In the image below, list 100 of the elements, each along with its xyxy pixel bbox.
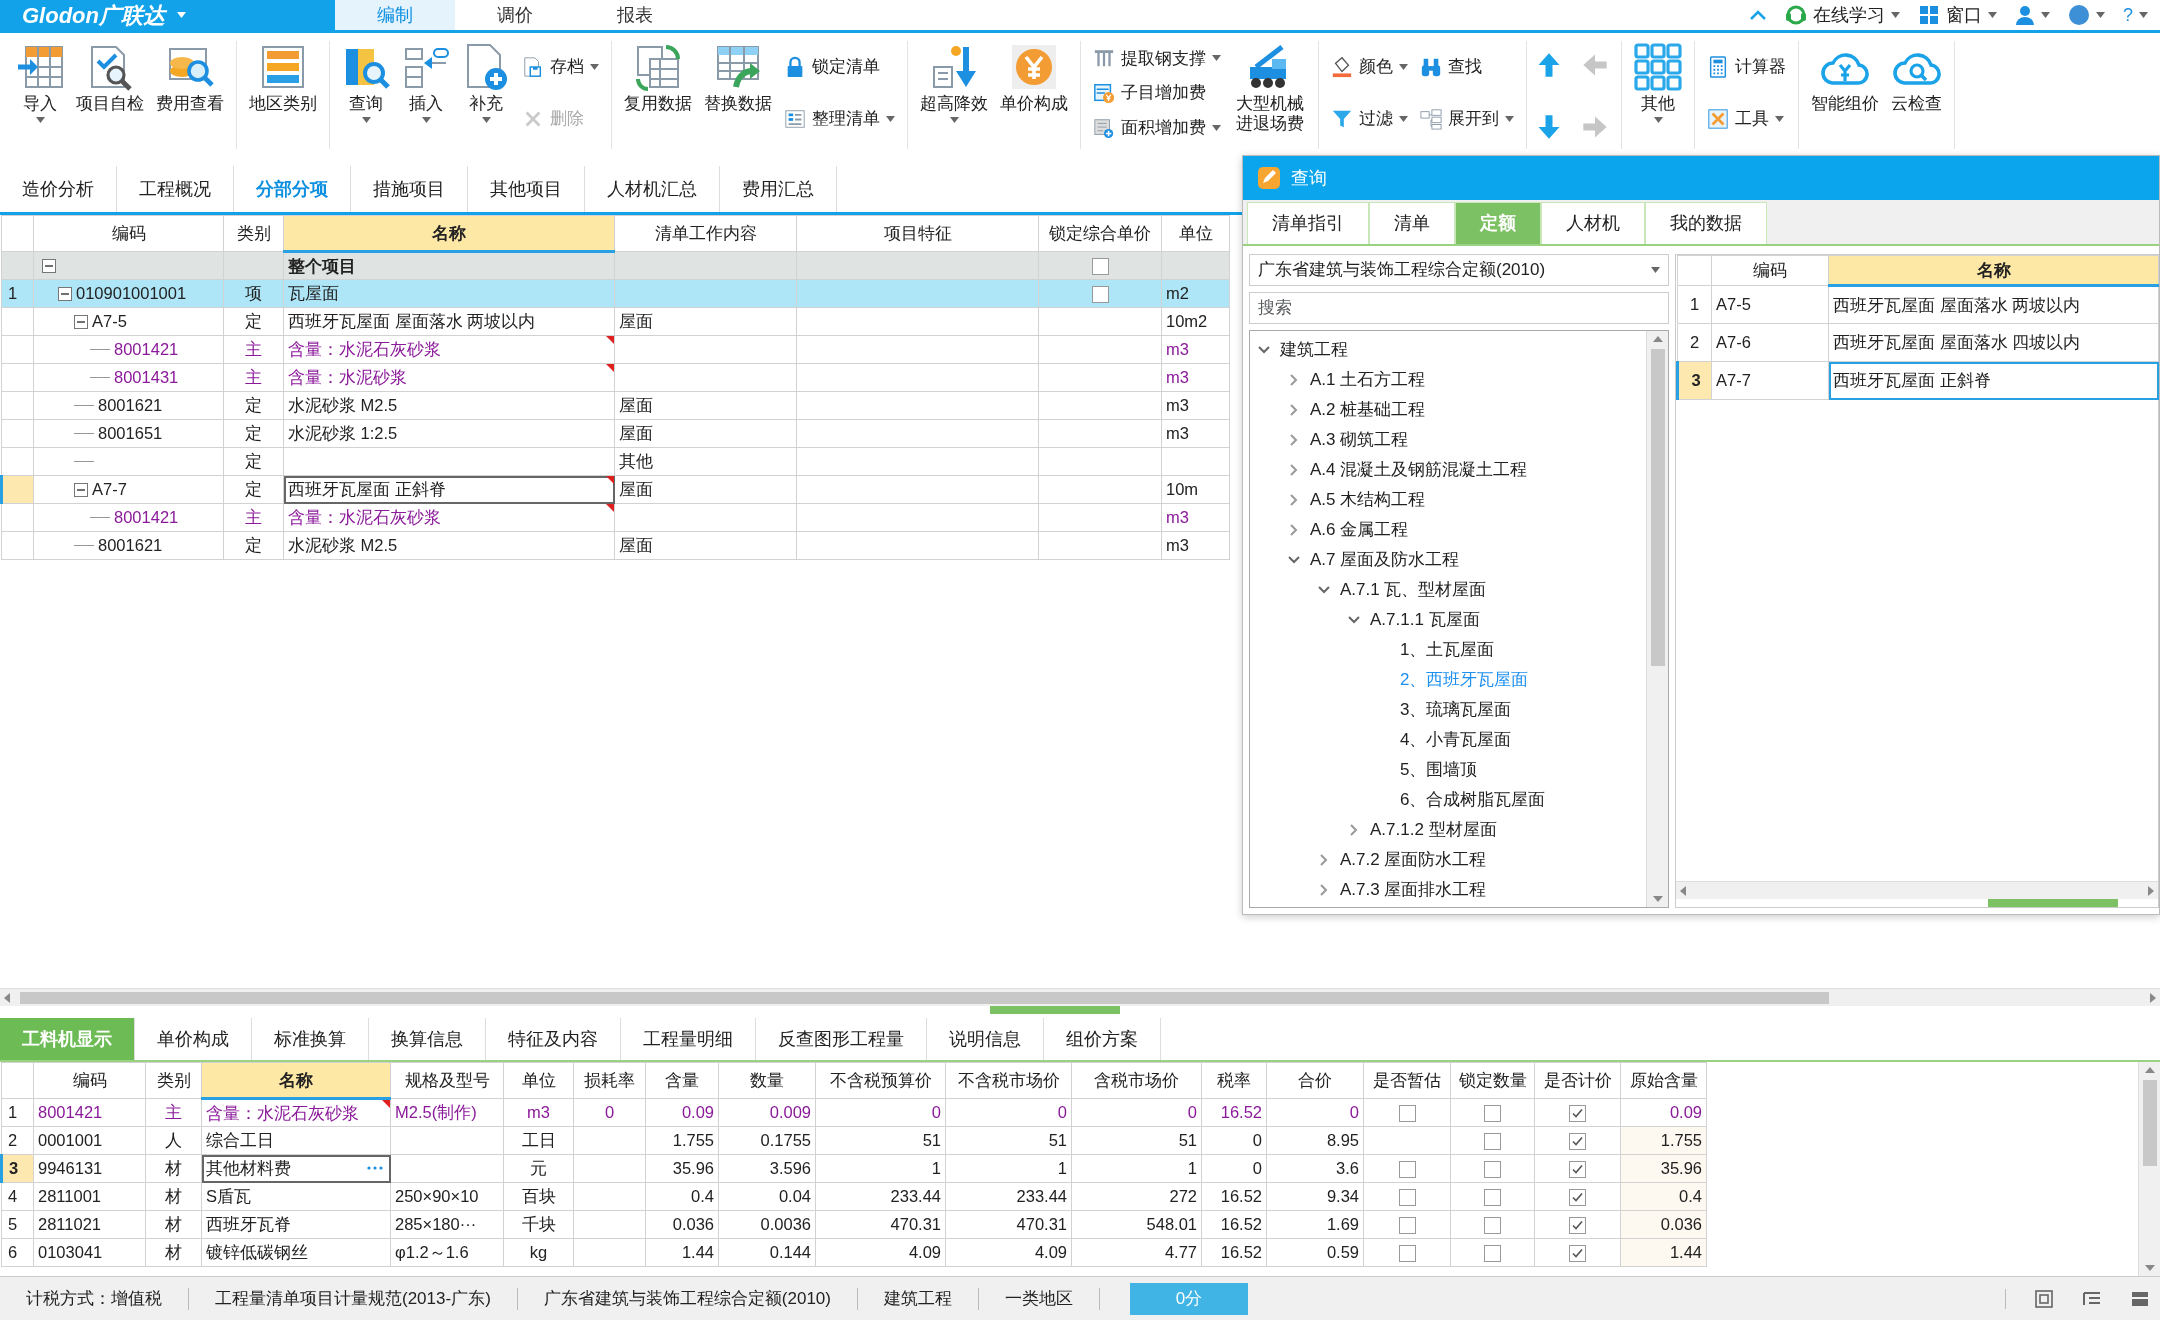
- column-header[interactable]: 不含税市场价: [945, 1062, 1072, 1099]
- tree-item[interactable]: A.7.3 屋面排水工程: [1340, 877, 1487, 903]
- checkbox[interactable]: [1569, 1105, 1586, 1123]
- checkbox[interactable]: [1398, 1245, 1416, 1263]
- tree-item[interactable]: A.7.1 瓦、型材屋面: [1340, 577, 1487, 603]
- column-header[interactable]: 锁定数量: [1450, 1062, 1535, 1099]
- toolbar-button[interactable]: 查找: [1416, 52, 1519, 82]
- menu-link[interactable]: 在线学习: [1785, 1, 1900, 29]
- checkbox[interactable]: [1091, 258, 1109, 276]
- toolbar-button[interactable]: 计算器: [1703, 52, 1791, 82]
- column-header[interactable]: 编码: [33, 1062, 146, 1099]
- tree-item[interactable]: A.6 金属工程: [1310, 517, 1409, 543]
- tree-item[interactable]: 1、土瓦屋面: [1400, 637, 1495, 663]
- column-header[interactable]: 规格及型号: [390, 1062, 504, 1099]
- toolbar-button[interactable]: 提取钢支撑: [1089, 43, 1225, 74]
- tree-item[interactable]: A.4 混凝土及钢筋混凝土工程: [1310, 457, 1528, 483]
- column-header[interactable]: 名称: [283, 215, 615, 252]
- avatar-menu-button[interactable]: [2068, 4, 2105, 26]
- splitter-handle[interactable]: [1988, 899, 2118, 907]
- checkbox[interactable]: [1569, 1245, 1586, 1263]
- tree-item[interactable]: A.5 木结构工程: [1310, 487, 1426, 513]
- tree-item[interactable]: 5、围墙顶: [1400, 757, 1478, 783]
- scrollbar[interactable]: [2138, 1062, 2160, 1276]
- toolbar-button[interactable]: 工具: [1703, 104, 1791, 134]
- column-header[interactable]: 锁定综合单价: [1038, 215, 1162, 252]
- user-menu-button[interactable]: [2015, 5, 2050, 25]
- menu-link[interactable]: 窗口: [1918, 1, 1997, 29]
- toolbar-button[interactable]: 面积增加费: [1089, 112, 1225, 143]
- column-header[interactable]: 清单工作内容: [614, 215, 797, 252]
- tree-item[interactable]: 建筑工程: [1280, 337, 1348, 363]
- toolbar-button[interactable]: 其他: [1630, 41, 1687, 149]
- column-header[interactable]: 项目特征: [796, 215, 1039, 252]
- toolbar-button[interactable]: 项目自检: [72, 41, 148, 149]
- checkbox[interactable]: [1484, 1189, 1501, 1207]
- dialog-tab[interactable]: 人材机: [1541, 202, 1645, 244]
- column-header[interactable]: 编码: [1711, 255, 1829, 286]
- toolbar-button[interactable]: 超高降效: [916, 41, 992, 149]
- toolbar-button[interactable]: 锁定清单: [780, 52, 899, 82]
- toolbar-button[interactable]: 地区类别: [245, 41, 321, 149]
- restore-icon[interactable]: [2034, 1288, 2054, 1309]
- checkbox[interactable]: [1091, 286, 1109, 304]
- tree-item[interactable]: A.7.2 屋面防水工程: [1340, 847, 1487, 873]
- tree-item[interactable]: A.7.1.2 型材屋面: [1370, 817, 1497, 843]
- column-header[interactable]: 是否暂估: [1363, 1062, 1451, 1099]
- column-header[interactable]: 单位: [503, 1062, 574, 1099]
- toolbar-button[interactable]: 插入: [398, 41, 454, 149]
- more-icon[interactable]: [366, 1165, 384, 1171]
- tree-toggle[interactable]: [58, 286, 72, 301]
- tree-item[interactable]: A.7 屋面及防水工程: [1310, 547, 1460, 573]
- dialog-tab[interactable]: 我的数据: [1645, 202, 1767, 244]
- scrollbar[interactable]: [0, 988, 2160, 1006]
- checkbox[interactable]: [1569, 1189, 1586, 1207]
- column-header[interactable]: 数量: [718, 1062, 816, 1099]
- column-header[interactable]: 类别: [145, 1062, 202, 1099]
- chevron-up-icon[interactable]: [1749, 9, 1767, 21]
- dialog-tab[interactable]: 清单指引: [1247, 202, 1369, 244]
- toolbar-button[interactable]: 云检查: [1887, 41, 1947, 149]
- column-header[interactable]: 编码: [33, 215, 224, 252]
- search-field[interactable]: 搜索: [1249, 292, 1669, 324]
- toolbar-button[interactable]: 大型机械进退场费: [1229, 41, 1311, 149]
- toolbar-button[interactable]: 展开到: [1416, 104, 1519, 134]
- checkbox[interactable]: [1398, 1189, 1416, 1207]
- checkbox[interactable]: [1484, 1217, 1501, 1235]
- toolbar-button[interactable]: 查询: [338, 41, 394, 149]
- column-header[interactable]: 原始含量: [1620, 1062, 1707, 1099]
- checkbox[interactable]: [1569, 1217, 1586, 1235]
- column-header[interactable]: 不含税预算价: [815, 1062, 946, 1099]
- dialog-tab[interactable]: 清单: [1369, 202, 1455, 244]
- tree-item[interactable]: A.2 桩基础工程: [1310, 397, 1426, 423]
- checkbox[interactable]: [1398, 1161, 1416, 1179]
- column-header[interactable]: 是否计价: [1534, 1062, 1621, 1099]
- column-header[interactable]: 税率: [1201, 1062, 1267, 1099]
- toolbar-button[interactable]: 导入: [12, 41, 68, 149]
- toolbar-button[interactable]: 子目增加费: [1089, 78, 1225, 108]
- tree-toggle[interactable]: [42, 258, 56, 273]
- checkbox[interactable]: [1398, 1105, 1416, 1123]
- toolbar-button[interactable]: 替换数据: [700, 41, 776, 149]
- toolbar-button[interactable]: 补充: [458, 41, 514, 149]
- scrollbar[interactable]: [1676, 881, 2158, 899]
- checkbox[interactable]: [1398, 1217, 1416, 1235]
- toolbar-button[interactable]: 整理清单: [780, 104, 899, 134]
- tree-item[interactable]: A.3 砌筑工程: [1310, 427, 1409, 453]
- tree-toggle[interactable]: [74, 314, 88, 329]
- checkbox[interactable]: [1484, 1105, 1501, 1123]
- column-header[interactable]: 合价: [1266, 1062, 1364, 1099]
- column-header[interactable]: 单位: [1161, 215, 1230, 252]
- help-button[interactable]: ?: [2123, 1, 2148, 29]
- checkbox[interactable]: [1484, 1245, 1501, 1263]
- toolbar-button[interactable]: 过滤: [1327, 104, 1413, 134]
- column-header[interactable]: 名称: [1828, 255, 2159, 286]
- tree-item[interactable]: 4、小青瓦屋面: [1400, 727, 1512, 753]
- column-header[interactable]: 含税市场价: [1071, 1062, 1202, 1099]
- toolbar-button[interactable]: 智能组价: [1807, 41, 1884, 149]
- column-header[interactable]: 损耗率: [573, 1062, 646, 1099]
- toolbar-button[interactable]: 费用查看: [152, 41, 228, 149]
- column-header[interactable]: 名称: [201, 1062, 391, 1099]
- tree-toggle[interactable]: [74, 482, 88, 497]
- toolbar-button[interactable]: 颜色: [1327, 52, 1413, 82]
- checkbox[interactable]: [1569, 1133, 1586, 1151]
- scrollbar[interactable]: [1646, 331, 1668, 907]
